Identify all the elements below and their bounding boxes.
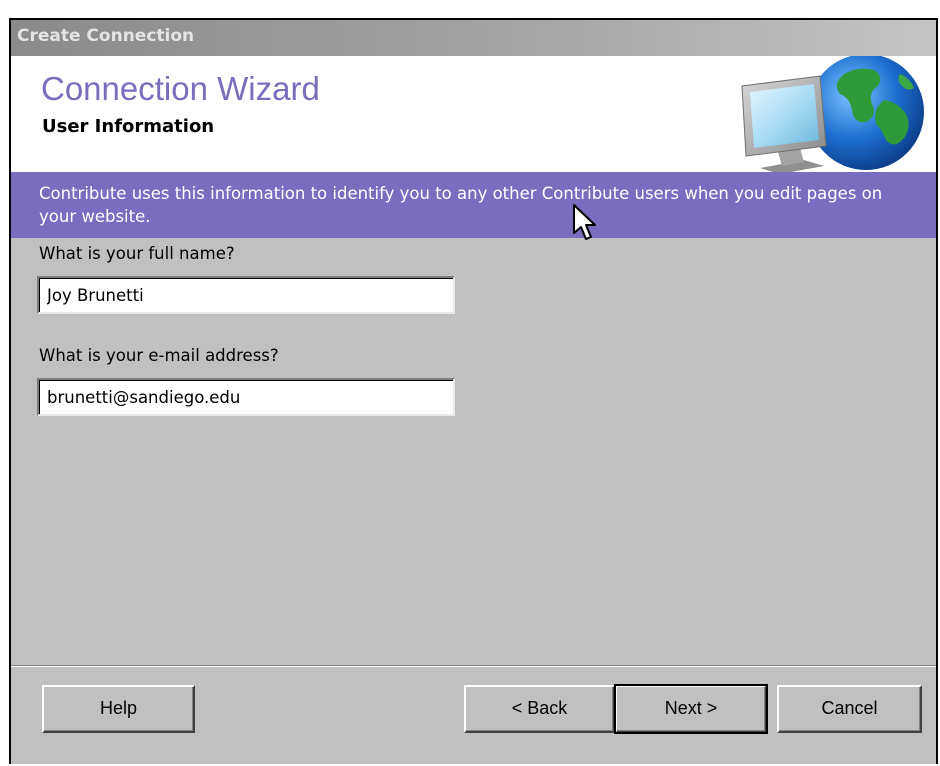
full-name-input[interactable] (37, 276, 455, 314)
footer-separator (11, 665, 936, 667)
wizard-step-title: User Information (42, 116, 215, 137)
cancel-button[interactable]: Cancel (777, 685, 922, 733)
back-button[interactable]: < Back (464, 685, 615, 733)
next-button[interactable]: Next > (614, 684, 768, 734)
window-title: Create Connection (17, 26, 195, 46)
email-input[interactable] (37, 378, 455, 416)
help-button[interactable]: Help (42, 685, 195, 733)
banner-text: Contribute uses this information to iden… (39, 184, 883, 226)
title-bar[interactable]: Create Connection (11, 20, 936, 56)
create-connection-dialog: Create Connection Connection Wizard User… (9, 18, 938, 764)
info-banner: Contribute uses this information to iden… (11, 172, 936, 238)
full-name-label: What is your full name? (39, 244, 235, 263)
wizard-header: Connection Wizard User Information (11, 56, 936, 172)
email-label: What is your e-mail address? (39, 346, 279, 365)
monitor-globe-icon (741, 56, 924, 172)
mouse-cursor-icon (573, 204, 596, 240)
wizard-title: Connection Wizard (41, 70, 320, 107)
